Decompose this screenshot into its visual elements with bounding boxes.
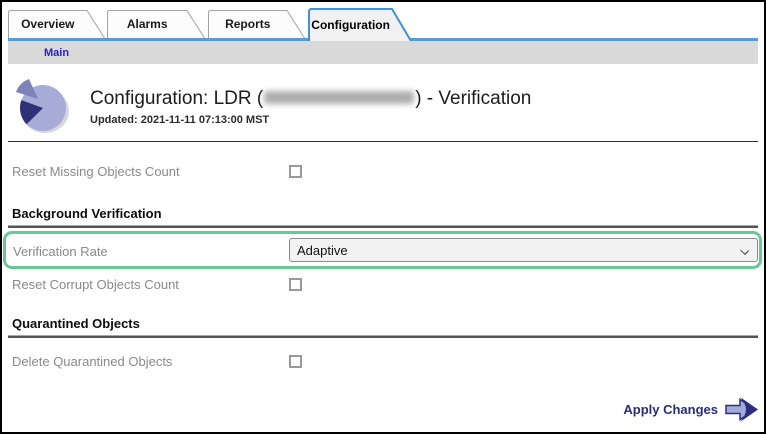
page-title-prefix: Configuration: LDR ( — [90, 88, 264, 109]
reset-missing-objects-label: Reset Missing Objects Count — [12, 164, 180, 179]
updated-timestamp: Updated: 2021-11-11 07:13:00 MST — [90, 114, 270, 126]
header-divider — [8, 141, 758, 142]
tab-overview-label: Overview — [21, 17, 75, 31]
apply-changes-button[interactable]: Apply Changes — [623, 394, 761, 425]
tab-configuration-label: Configuration — [311, 17, 390, 32]
section-background-verification: Background Verification — [12, 206, 162, 221]
tab-reports[interactable]: Reports — [208, 10, 305, 38]
section-quarantined-objects: Quarantined Objects — [12, 316, 140, 331]
verification-rate-value: Adaptive — [297, 242, 348, 258]
pie-chart-icon — [16, 79, 69, 133]
delete-quarantined-objects-label: Delete Quarantined Objects — [12, 354, 173, 369]
tab-alarms[interactable]: Alarms — [107, 10, 205, 38]
delete-quarantined-objects-checkbox[interactable] — [289, 355, 302, 368]
apply-changes-label: Apply Changes — [623, 402, 718, 417]
chevron-down-icon — [740, 246, 749, 255]
verification-rate-highlight: Verification Rate Adaptive — [3, 231, 762, 269]
tab-overview[interactable]: Overview — [8, 10, 105, 38]
section-divider — [8, 335, 758, 338]
reset-missing-objects-checkbox[interactable] — [289, 165, 302, 178]
breadcrumb-bar: Main — [8, 41, 758, 64]
reset-corrupt-objects-label: Reset Corrupt Objects Count — [12, 277, 179, 292]
section-divider — [8, 225, 758, 228]
tab-alarms-label: Alarms — [126, 17, 168, 31]
apply-changes-arrow-icon — [725, 397, 758, 422]
verification-rate-label: Verification Rate — [13, 244, 108, 259]
tab-configuration[interactable]: Configuration — [308, 8, 412, 41]
page-title-suffix: ) - Verification — [415, 88, 532, 109]
tab-bar: Overview Alarms Reports Configuration — [8, 8, 758, 41]
redacted-node-name — [264, 91, 415, 104]
page-header: Configuration: LDR ( ) - Verification Upd… — [90, 88, 531, 126]
breadcrumb-link-main[interactable]: Main — [44, 47, 69, 59]
page-title: Configuration: LDR ( ) - Verification — [90, 88, 531, 110]
verification-rate-select[interactable]: Adaptive — [289, 238, 758, 262]
reset-corrupt-objects-checkbox[interactable] — [289, 278, 302, 291]
tab-reports-label: Reports — [225, 17, 271, 31]
page: Overview Alarms Reports Configuration Ma… — [0, 0, 766, 434]
